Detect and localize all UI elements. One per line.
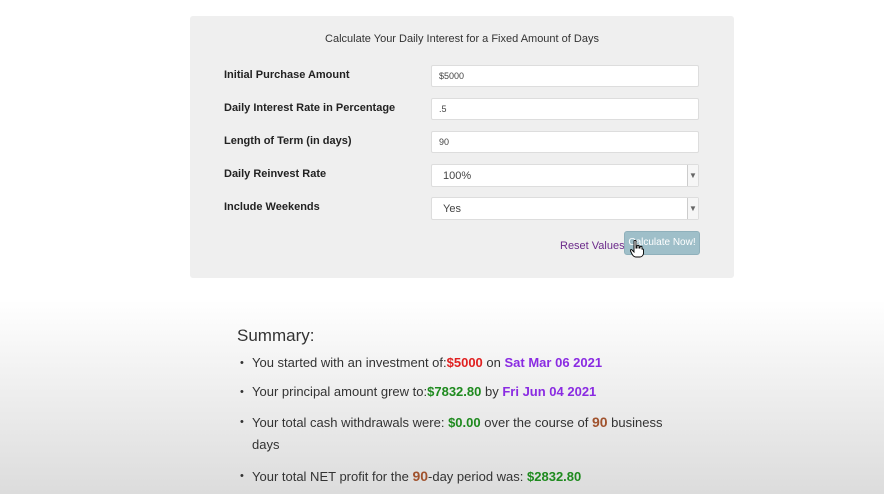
line-text: on xyxy=(486,355,501,370)
list-item: Your principal amount grew to:$7832.80 b… xyxy=(240,381,683,403)
withdrawal-amount: $0.00 xyxy=(448,415,481,430)
line-text: Your principal amount grew to: xyxy=(252,384,428,399)
line-text: -day period was: xyxy=(428,469,524,484)
line-text: You started with an investment of: xyxy=(252,355,447,370)
line-text: over the course of xyxy=(484,415,589,430)
list-item: Your total cash withdrawals were: $0.00 … xyxy=(240,411,663,456)
initial-amount-input[interactable]: $5000 xyxy=(431,65,699,87)
line-text: by xyxy=(484,384,499,399)
line-text: Your total NET profit for the xyxy=(252,469,409,484)
start-date: Sat Mar 06 2021 xyxy=(504,355,603,370)
term-length-input[interactable]: 90 xyxy=(431,131,699,153)
calculator-panel: Calculate Your Daily Interest for a Fixe… xyxy=(190,16,734,278)
interest-rate-label: Daily Interest Rate in Percentage xyxy=(224,102,396,114)
initial-amount-label: Initial Purchase Amount xyxy=(224,69,350,81)
include-weekends-select[interactable]: Yes ▼ xyxy=(431,197,699,220)
reset-values-link[interactable]: Reset Values xyxy=(560,240,625,252)
chevron-down-icon: ▼ xyxy=(687,165,698,186)
business-days-count: 90 xyxy=(591,414,608,430)
start-amount: $5000 xyxy=(446,355,483,370)
reinvest-rate-label: Daily Reinvest Rate xyxy=(224,168,327,180)
final-amount: $7832.80 xyxy=(427,384,482,399)
term-length-label: Length of Term (in days) xyxy=(224,135,352,147)
chevron-down-icon: ▼ xyxy=(687,198,698,219)
hand-cursor-icon xyxy=(630,240,644,258)
reinvest-rate-select[interactable]: 100% ▼ xyxy=(431,164,699,187)
include-weekends-label: Include Weekends xyxy=(224,201,320,213)
interest-rate-input[interactable]: .5 xyxy=(431,98,699,120)
reinvest-rate-value: 100% xyxy=(443,170,472,182)
include-weekends-value: Yes xyxy=(443,203,461,215)
summary-title: Summary: xyxy=(237,326,315,345)
list-item: Your total NET profit for the 90-day per… xyxy=(240,465,683,488)
list-item: You started with an investment of:$5000 … xyxy=(240,352,683,374)
end-date: Fri Jun 04 2021 xyxy=(502,384,597,399)
form-title: Calculate Your Daily Interest for a Fixe… xyxy=(325,33,599,45)
period-days-count: 90 xyxy=(412,468,429,484)
line-text: Your total cash withdrawals were: xyxy=(252,415,445,430)
net-profit-amount: $2832.80 xyxy=(527,469,582,484)
